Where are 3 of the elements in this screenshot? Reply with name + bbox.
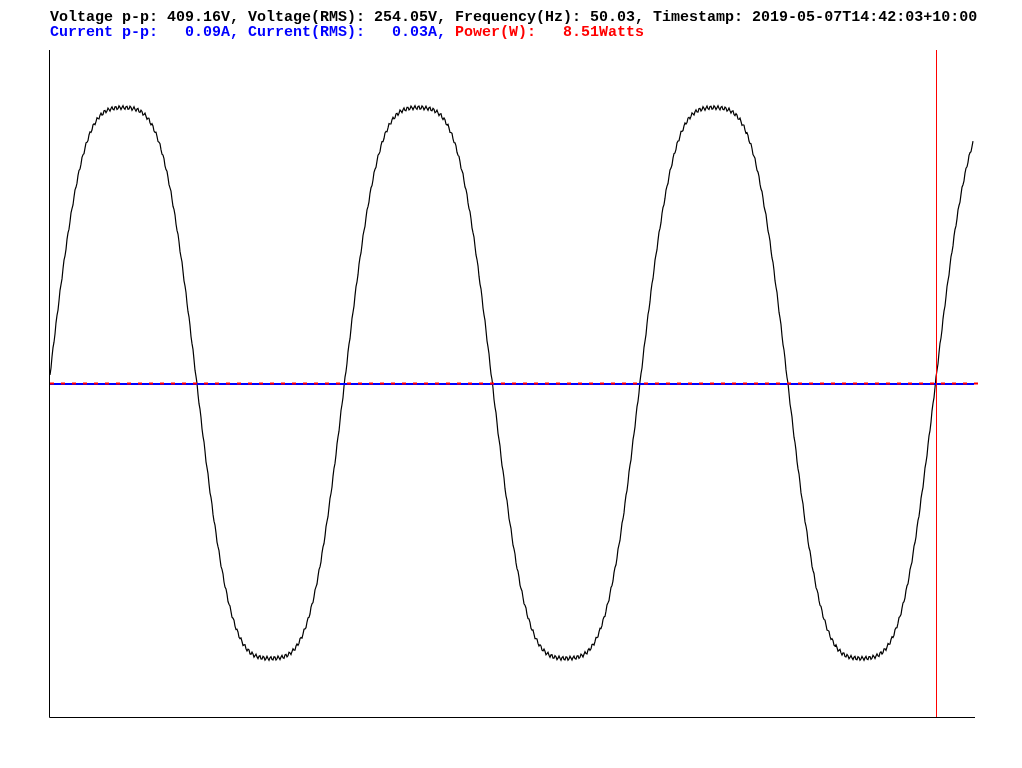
readout-text: Power(W): 8.51Watts	[455, 25, 645, 40]
readout-text: Voltage p-p: 409.16V, Voltage(RMS): 254.05V, Frequency(Hz): 50.03, Timestamp: 2019-05-07T14:42:03+10:00	[50, 10, 978, 25]
readout-text: Current p-p: 0.09A, Current(RMS): 0.03A,	[50, 25, 447, 40]
